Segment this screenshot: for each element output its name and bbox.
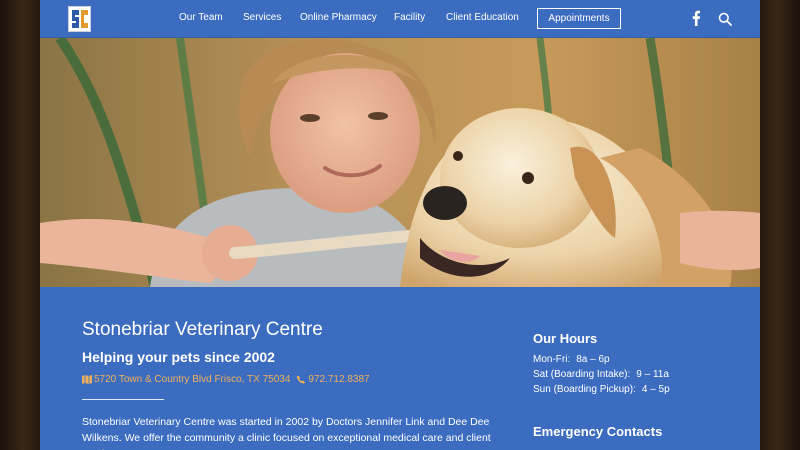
hours-row: Sun (Boarding Pickup): 4 – 5p — [533, 382, 670, 397]
hours-label: Mon-Fri: — [533, 354, 571, 365]
page-subtitle: Helping your pets since 2002 — [82, 349, 275, 365]
facebook-icon[interactable] — [691, 10, 701, 26]
site-page: Our Team Services Online Pharmacy Facili… — [40, 0, 760, 450]
contact-line: 5720 Town & Country Blvd Frisco, TX 7503… — [82, 374, 370, 385]
hours-row: Mon-Fri: 8a – 6p — [533, 352, 670, 367]
hours-row: Sat (Boarding Intake): 9 – 11a — [533, 367, 670, 382]
nav-item-services[interactable]: Services — [243, 12, 281, 23]
hours-label: Sun (Boarding Pickup): — [533, 384, 636, 395]
page-background-right — [760, 0, 800, 450]
logo-icon — [69, 8, 90, 30]
emergency-heading: Emergency Contacts — [533, 424, 663, 439]
hours-list: Mon-Fri: 8a – 6p Sat (Boarding Intake): … — [533, 352, 670, 397]
address-link[interactable]: 5720 Town & Country Blvd Frisco, TX 7503… — [94, 374, 290, 385]
hero-photo — [40, 38, 760, 287]
appointments-button[interactable]: Appointments — [537, 8, 621, 29]
page-background-left — [0, 0, 40, 450]
nav-item-client-education[interactable]: Client Education — [446, 12, 519, 23]
hours-heading: Our Hours — [533, 331, 598, 346]
hours-time: 9 – 11a — [636, 369, 669, 380]
intro-section: Stonebriar Veterinary Centre Helping you… — [40, 287, 760, 450]
phone-icon — [297, 375, 306, 384]
nav-item-facility[interactable]: Facility — [394, 12, 425, 23]
map-icon — [82, 375, 92, 384]
nav-item-our-team[interactable]: Our Team — [179, 12, 223, 23]
divider — [82, 399, 164, 400]
logo[interactable] — [68, 6, 91, 32]
hours-label: Sat (Boarding Intake): — [533, 369, 631, 380]
search-icon[interactable] — [718, 12, 732, 26]
header: Our Team Services Online Pharmacy Facili… — [40, 0, 760, 38]
phone-link[interactable]: 972.712.8387 — [308, 374, 369, 385]
about-text: Stonebriar Veterinary Centre was started… — [82, 416, 491, 450]
page-title: Stonebriar Veterinary Centre — [82, 319, 323, 340]
hours-time: 8a – 6p — [576, 354, 610, 365]
hours-time: 4 – 5p — [641, 384, 670, 395]
nav-item-online-pharmacy[interactable]: Online Pharmacy — [300, 12, 377, 23]
